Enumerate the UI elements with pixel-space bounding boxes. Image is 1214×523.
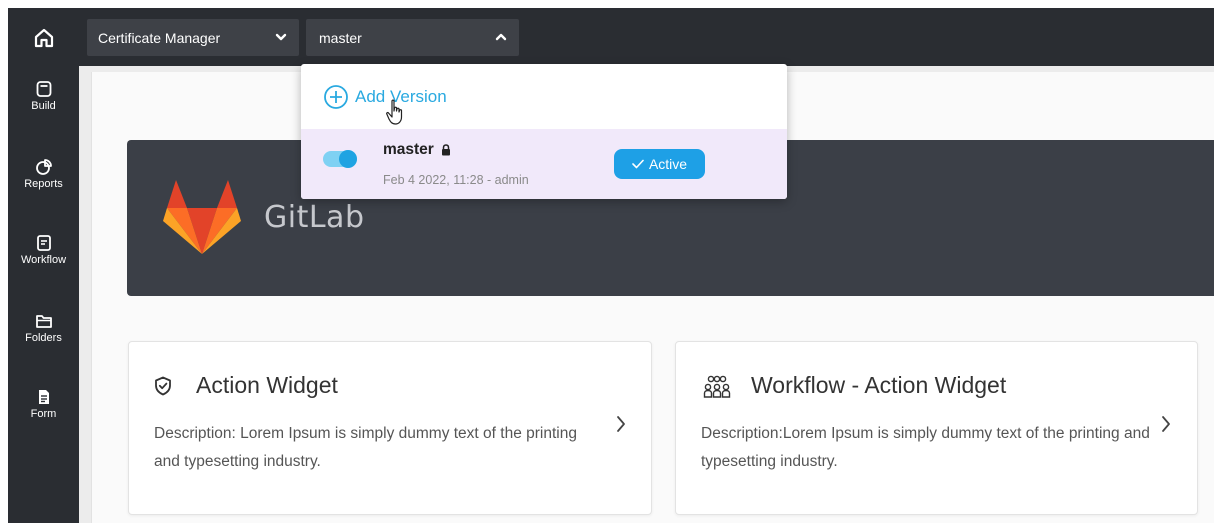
build-icon bbox=[36, 81, 51, 97]
people-group-icon bbox=[703, 375, 731, 398]
version-dropdown: Add Version master Feb 4 2022, 11:28 - a… bbox=[301, 64, 787, 199]
gitlab-logo-icon bbox=[163, 180, 241, 254]
version-meta: Feb 4 2022, 11:28 - admin bbox=[383, 173, 529, 187]
toggle-knob bbox=[339, 150, 357, 168]
reports-icon bbox=[35, 159, 52, 175]
lock-icon bbox=[441, 144, 450, 156]
hand-cursor-icon bbox=[386, 99, 403, 125]
app-selector[interactable]: Certificate Manager bbox=[87, 19, 299, 56]
version-toggle[interactable] bbox=[323, 150, 357, 168]
banner-title: GitLab bbox=[264, 200, 365, 235]
action-widget-card[interactable]: Action Widget Description: Lorem Ipsum i… bbox=[128, 341, 652, 515]
sidebar-item-reports[interactable]: Reports bbox=[8, 158, 79, 190]
plus-circle-icon bbox=[324, 85, 348, 109]
active-status-badge: Active bbox=[614, 149, 705, 179]
chevron-right-icon bbox=[1162, 416, 1170, 432]
app-selector-label: Certificate Manager bbox=[98, 29, 221, 46]
version-name: master bbox=[383, 141, 434, 158]
card-title: Action Widget bbox=[196, 372, 338, 398]
card-description: Description:Lorem Ipsum is simply dummy … bbox=[701, 425, 1150, 470]
badge-label: Active bbox=[648, 156, 688, 172]
folder-icon bbox=[35, 315, 52, 328]
card-open-button[interactable] bbox=[611, 412, 631, 436]
sidebar-item-form[interactable]: Form bbox=[8, 388, 79, 420]
form-icon bbox=[38, 390, 49, 404]
sidebar-item-build[interactable]: Build bbox=[8, 80, 79, 112]
card-open-button[interactable] bbox=[1156, 412, 1176, 436]
workflow-action-widget-card[interactable]: Workflow - Action Widget Description:Lor… bbox=[675, 341, 1198, 515]
sidebar-item-label: Reports bbox=[24, 178, 63, 190]
version-name-row: master bbox=[383, 141, 451, 159]
sidebar-item-label: Form bbox=[30, 408, 57, 420]
shield-check-icon bbox=[155, 376, 171, 396]
sidebar-item-label: Workflow bbox=[20, 254, 67, 266]
check-icon bbox=[632, 159, 644, 169]
card-description: Description: Lorem Ipsum is simply dummy… bbox=[154, 425, 577, 470]
card-title: Workflow - Action Widget bbox=[751, 372, 1007, 398]
chevron-down-icon bbox=[275, 33, 287, 41]
sidebar-item-workflow[interactable]: Workflow bbox=[8, 234, 79, 266]
workflow-icon bbox=[36, 235, 51, 251]
chevron-up-icon bbox=[495, 33, 507, 41]
version-selector-label: master bbox=[319, 29, 362, 46]
version-selector[interactable]: master bbox=[306, 19, 519, 56]
top-bar: Certificate Manager master bbox=[8, 8, 1214, 66]
home-button[interactable] bbox=[30, 25, 58, 51]
sidebar-item-label: Build bbox=[31, 100, 56, 112]
sidebar: Build Reports Workflow Folders Form bbox=[8, 66, 79, 523]
version-row[interactable]: master Feb 4 2022, 11:28 - admin Active bbox=[301, 129, 787, 199]
home-icon bbox=[34, 28, 54, 48]
sidebar-item-label: Folders bbox=[25, 332, 62, 344]
chevron-right-icon bbox=[617, 416, 625, 432]
sidebar-item-folders[interactable]: Folders bbox=[8, 312, 79, 344]
